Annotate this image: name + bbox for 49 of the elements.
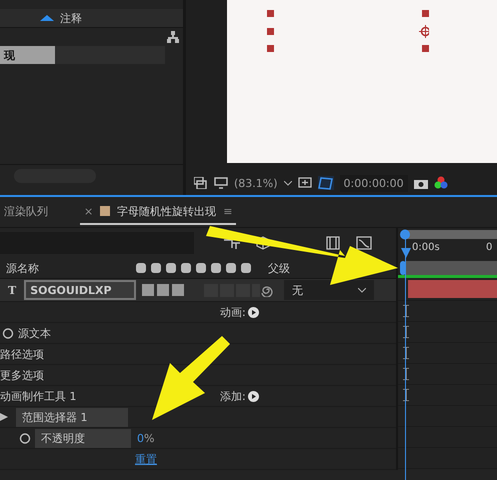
keyframe-marker-icon[interactable] xyxy=(403,305,409,317)
column-header: 父级 xyxy=(268,260,290,276)
layer-name[interactable]: SOGOUIDLXP xyxy=(24,280,136,300)
panel-tab[interactable]: × 字母随机性旋转出现 ≡ xyxy=(80,200,236,224)
shy-icon[interactable] xyxy=(224,237,240,249)
parent-dropdown[interactable]: 无 xyxy=(284,280,374,300)
property-value[interactable]: 0% xyxy=(137,432,154,444)
time-label: 0 xyxy=(486,242,492,253)
property-label: 更多选项 xyxy=(0,368,44,382)
property-label: 动画制作工具 1 xyxy=(0,388,76,404)
property-label: 路径选项 xyxy=(0,346,44,362)
menu-label: 添加: xyxy=(220,388,246,404)
grid-icon[interactable] xyxy=(298,176,312,190)
reset-link[interactable]: 重置 xyxy=(135,452,157,466)
graph-editor-icon[interactable] xyxy=(356,236,372,250)
play-circle-icon[interactable] xyxy=(248,390,259,402)
flowchart-icon[interactable] xyxy=(167,31,179,43)
work-area-bar[interactable] xyxy=(400,229,497,240)
keyframe-marker-icon[interactable] xyxy=(403,389,409,401)
chevron-down-icon[interactable] xyxy=(284,180,292,186)
layers-icon[interactable] xyxy=(194,177,208,189)
rgb-channels-icon[interactable] xyxy=(434,176,448,190)
expand-triangle-icon[interactable] xyxy=(0,413,8,421)
time-label: 0:00s xyxy=(412,242,440,253)
stopwatch-icon[interactable] xyxy=(2,327,14,339)
menu-label: 动画: xyxy=(220,304,246,320)
text-layer-icon: T xyxy=(8,284,16,296)
project-item[interactable]: 现 xyxy=(0,46,55,64)
timecode[interactable]: 0:00:00:00 xyxy=(340,174,408,192)
property-label[interactable]: 不透明度 xyxy=(35,428,131,448)
property-label: 源文本 xyxy=(18,326,51,340)
film-icon[interactable] xyxy=(326,236,340,250)
keyframe-marker-icon[interactable] xyxy=(403,368,409,380)
camera-icon[interactable] xyxy=(414,178,428,188)
range-bar[interactable] xyxy=(400,259,497,275)
column-header[interactable]: 注释 xyxy=(60,10,82,26)
stopwatch-icon[interactable] xyxy=(19,432,31,444)
switches-icons-drawing[interactable] xyxy=(134,262,254,274)
monitor-icon[interactable] xyxy=(214,177,228,189)
keyframe-marker-icon[interactable] xyxy=(403,347,409,359)
mask-icon[interactable] xyxy=(318,176,334,190)
sort-up-icon[interactable] xyxy=(40,15,54,21)
keyframe-marker-icon[interactable] xyxy=(403,326,409,338)
play-circle-icon[interactable] xyxy=(248,306,259,318)
property-label[interactable]: 范围选择器 1 xyxy=(16,408,128,426)
panel-tab[interactable]: 渲染队列 xyxy=(0,200,52,224)
chevron-down-icon[interactable] xyxy=(358,288,366,292)
column-header: 源名称 xyxy=(6,260,40,276)
zoom-dropdown[interactable]: (83.1%) xyxy=(234,176,278,190)
